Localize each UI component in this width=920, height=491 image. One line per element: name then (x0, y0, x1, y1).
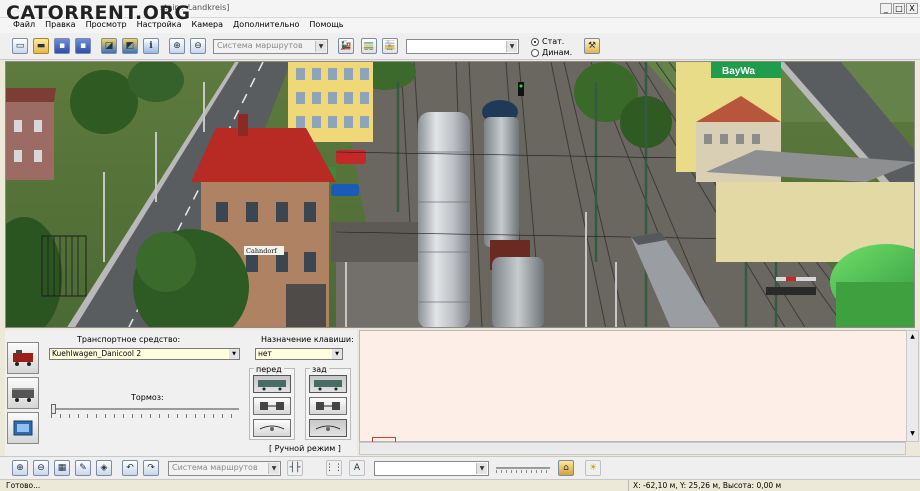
station-sign: Cahndorf (246, 247, 277, 255)
hook-icon (315, 425, 341, 431)
save-as-icon[interactable]: ▪ (75, 38, 91, 54)
chevron-down-icon: ▼ (506, 41, 517, 52)
3d-mode-icon[interactable]: ◩ (122, 38, 138, 54)
route-system-select-bottom[interactable]: Система маршрутов ▼ (168, 461, 281, 476)
menu-extra[interactable]: Дополнительно (228, 18, 304, 33)
brake-label: Тормоз: (131, 393, 164, 402)
save-icon[interactable]: ▪ (54, 38, 70, 54)
menu-camera[interactable]: Камера (187, 18, 229, 33)
font-size-slider-ticks (496, 470, 550, 473)
tools-icon[interactable]: ⚒ (584, 38, 600, 54)
front-coupler-wagon-button[interactable] (253, 375, 291, 393)
train-set-icon[interactable] (7, 342, 39, 374)
back-coupler-hook-button[interactable] (309, 419, 347, 437)
bay-sign: BayWa (722, 66, 755, 77)
key-assign-label: Назначение клавиши: (261, 335, 354, 344)
undo-icon[interactable]: ↶ (122, 460, 138, 476)
camera-lock-icon[interactable]: ⌂ (558, 460, 574, 476)
lightbulb-icon[interactable]: ☀ (585, 460, 601, 476)
status-text: Готово... (6, 481, 41, 490)
cabin-view-icon[interactable] (7, 412, 39, 444)
scroll-up-icon[interactable]: ▲ (908, 333, 917, 342)
back-coupling-group: зад (305, 365, 351, 440)
zoom-in-icon[interactable]: ⊕ (12, 460, 28, 476)
vehicle-select[interactable]: Kuehlwagen_Danicool 2 ▼ (49, 348, 240, 360)
main-toolbar: ▭ ▬ ▪ ▪ ◪ ◩ i ⊕ ⊖ Система маршрутов ▼ 🚂 … (0, 33, 920, 60)
zoom-out-icon[interactable]: ⊖ (190, 38, 206, 54)
new-file-icon[interactable]: ▭ (12, 38, 28, 54)
train-properties-icon[interactable]: 🚋 (382, 38, 398, 54)
info-icon[interactable]: i (143, 38, 159, 54)
radio-dynamic[interactable]: Динам. (531, 48, 572, 57)
locomotive-red-icon (13, 350, 33, 366)
coupler-icon (260, 402, 284, 410)
brake-slider-ticks (51, 414, 239, 418)
close-button[interactable]: X (906, 3, 918, 14)
front-coupling-group: перед (249, 365, 295, 440)
3d-object-icon[interactable]: ◈ (96, 460, 112, 476)
object-library-icon[interactable]: ▦ (54, 460, 70, 476)
minimize-button[interactable]: _ (880, 3, 892, 14)
locomotive-grey-icon (12, 388, 34, 402)
text-tool-icon[interactable]: A (349, 460, 365, 476)
chevron-down-icon: ▼ (332, 349, 342, 359)
train-remove-icon[interactable]: 🚃 (361, 38, 377, 54)
grid-icon[interactable]: ⋮⋮ (325, 460, 343, 476)
chevron-down-icon: ▼ (476, 463, 487, 474)
train-list-icon[interactable] (7, 377, 39, 409)
open-folder-icon[interactable]: ▬ (33, 38, 49, 54)
front-label: перед (254, 365, 284, 374)
3d-viewport[interactable]: Cahndorf BayWa (5, 61, 915, 328)
status-bar: Готово... X: -62,10 м, Y: 25,26 м, Высот… (0, 479, 920, 491)
menu-help[interactable]: Помощь (304, 18, 348, 33)
bottom-toolbar: ⊕ ⊖ ▦ ✎ ◈ ↶ ↷ Система маршрутов ▼ ┤├ ⋮⋮ … (0, 456, 920, 479)
brake-slider-thumb[interactable] (51, 404, 56, 414)
route-system-select[interactable]: Система маршрутов ▼ (213, 39, 328, 54)
train-select[interactable]: ▼ (406, 39, 519, 54)
watermark-logo: CATORRENT.ORG (6, 2, 191, 24)
key-assign-select[interactable]: нет ▼ (255, 348, 343, 360)
redo-icon[interactable]: ↷ (143, 460, 159, 476)
coordinates-readout: X: -62,10 м, Y: 25,26 м, Высота: 0,00 м (628, 480, 914, 491)
message-log[interactable] (359, 330, 907, 442)
chevron-down-icon: ▼ (268, 463, 279, 474)
font-select[interactable]: ▼ (374, 461, 489, 476)
track-gap-icon[interactable]: ┤├ (287, 460, 303, 476)
zoom-out-icon[interactable]: ⊖ (33, 460, 49, 476)
front-coupler-link-button[interactable] (253, 397, 291, 415)
wagon-icon (258, 380, 286, 391)
brake-slider-track[interactable] (51, 408, 239, 410)
window-controls: _ □ X (880, 3, 918, 14)
title-bar: CATORRENT.ORG steins_Landkreis] _ □ X (0, 0, 920, 24)
front-coupler-hook-button[interactable] (253, 419, 291, 437)
hook-icon (259, 425, 285, 431)
layout-editor-icon[interactable]: ◪ (101, 38, 117, 54)
wagon-icon (314, 380, 342, 391)
chevron-down-icon: ▼ (315, 41, 326, 52)
edit-object-icon[interactable]: ✎ (75, 460, 91, 476)
tv-screen-icon (13, 420, 33, 436)
log-vertical-scrollbar[interactable]: ▲ ▼ (906, 330, 919, 442)
scroll-down-icon[interactable]: ▼ (908, 430, 917, 439)
chevron-down-icon: ▼ (229, 349, 239, 359)
vehicle-label: Транспортное средство: (77, 335, 181, 344)
train-control-panel: Транспортное средство: Kuehlwagen_Danico… (5, 330, 357, 456)
scene-render: Cahndorf BayWa (6, 62, 914, 327)
log-horizontal-scrollbar[interactable] (359, 442, 906, 455)
font-size-slider[interactable] (496, 467, 550, 469)
radio-static[interactable]: Стат. (531, 37, 564, 46)
radio-static-dot[interactable] (531, 37, 539, 46)
back-coupler-link-button[interactable] (309, 397, 347, 415)
maximize-button[interactable]: □ (893, 3, 905, 14)
back-coupler-wagon-button[interactable] (309, 375, 347, 393)
radio-dynamic-dot[interactable] (531, 48, 539, 57)
zoom-in-icon[interactable]: ⊕ (169, 38, 185, 54)
manual-mode-label: [ Ручной режим ] (269, 444, 341, 453)
coupler-icon (316, 402, 340, 410)
back-label: зад (310, 365, 329, 374)
train-add-icon[interactable]: 🚂 (338, 38, 354, 54)
